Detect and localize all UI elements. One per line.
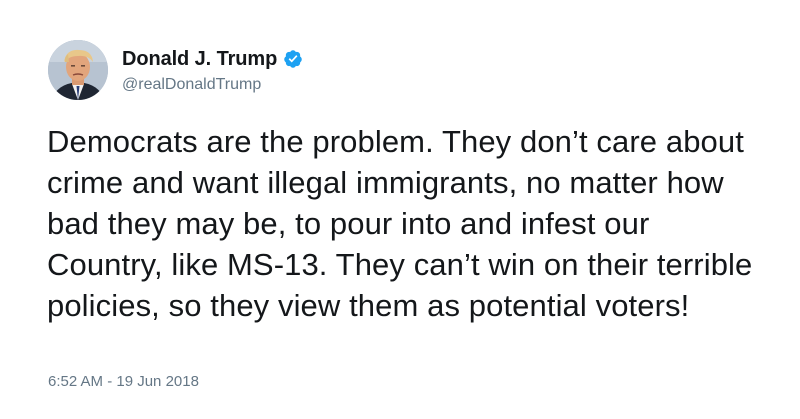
avatar[interactable] bbox=[48, 40, 108, 100]
author-display-name[interactable]: Donald J. Trump bbox=[122, 48, 277, 71]
author-identity: Donald J. Trump @realDonaldTrump bbox=[122, 46, 303, 94]
tweet-header: Donald J. Trump @realDonaldTrump bbox=[48, 38, 303, 102]
author-handle[interactable]: @realDonaldTrump bbox=[122, 76, 303, 94]
tweet-text: Democrats are the problem. They don’t ca… bbox=[47, 124, 762, 323]
avatar-image bbox=[48, 40, 108, 100]
tweet-card: Donald J. Trump @realDonaldTrump Democra… bbox=[0, 0, 800, 419]
name-row: Donald J. Trump bbox=[122, 46, 303, 72]
tweet-timestamp[interactable]: 6:52 AM - 19 Jun 2018 bbox=[48, 373, 199, 390]
verified-badge-icon bbox=[283, 49, 303, 69]
